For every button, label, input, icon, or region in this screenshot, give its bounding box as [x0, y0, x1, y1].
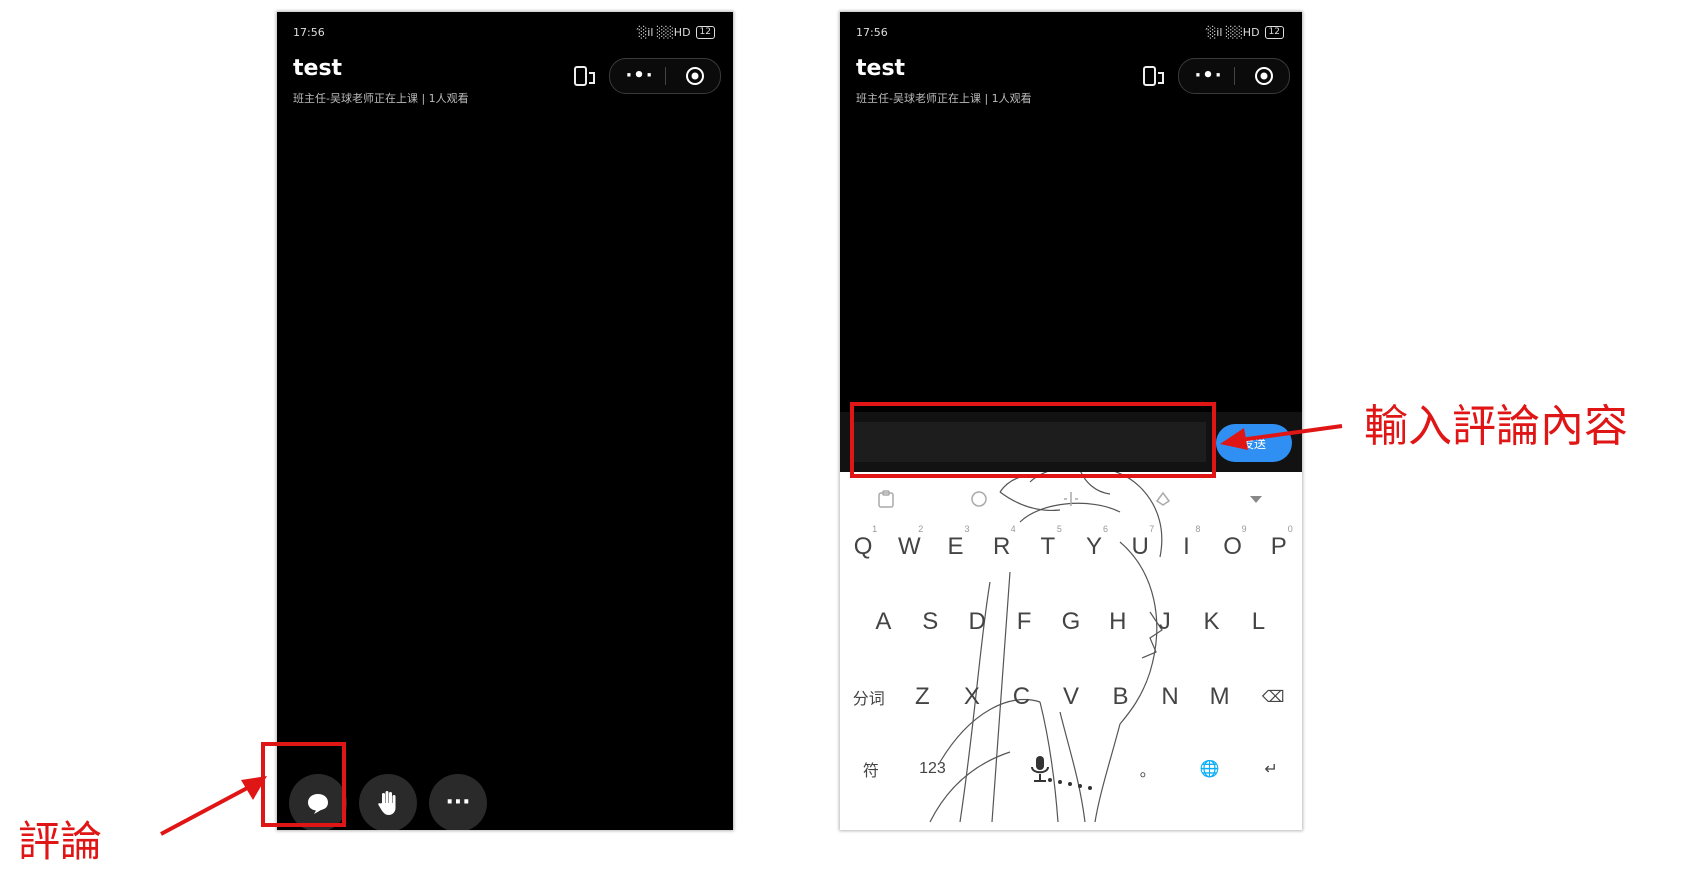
- close-target-icon[interactable]: [685, 66, 705, 86]
- key-numbers[interactable]: 123: [908, 744, 956, 794]
- raise-hand-button[interactable]: [359, 774, 417, 830]
- more-menu-button[interactable]: ·•·: [625, 67, 653, 85]
- key-j[interactable]: J: [1145, 597, 1185, 647]
- more-menu-button[interactable]: ·•·: [1194, 67, 1222, 85]
- close-target-icon[interactable]: [1254, 66, 1274, 86]
- mini-program-capsule: ·•·: [609, 58, 721, 94]
- arrow-to-input-icon: [1220, 424, 1343, 450]
- key-label: T: [1040, 533, 1056, 560]
- key-hint: 4: [1010, 524, 1016, 534]
- enter-icon[interactable]: ↵: [1247, 744, 1295, 794]
- key-label: P: [1270, 533, 1287, 560]
- key-hint: 0: [1287, 524, 1293, 534]
- key-c[interactable]: C: [1001, 672, 1041, 722]
- theme-brush-icon[interactable]: [1153, 489, 1173, 509]
- key-hint: 1: [872, 524, 878, 534]
- key-u[interactable]: 7U: [1120, 522, 1160, 572]
- comment-input-highlight: [850, 402, 1216, 478]
- key-d[interactable]: D: [957, 597, 997, 647]
- key-n[interactable]: N: [1150, 672, 1190, 722]
- key-hint: 5: [1056, 524, 1062, 534]
- rotate-device-icon: [1143, 66, 1164, 86]
- key-label: W: [897, 533, 921, 560]
- key-p[interactable]: 0P: [1259, 522, 1299, 572]
- page-subtitle: 班主任-吴球老师正在上课 | 1人观看: [293, 92, 469, 105]
- clipboard-icon[interactable]: [876, 489, 896, 509]
- globe-icon[interactable]: 🌐: [1185, 744, 1233, 794]
- backspace-icon[interactable]: ⌫: [1249, 672, 1297, 722]
- mini-program-capsule: ·•·: [1178, 58, 1290, 94]
- status-bar: 17:56 ′░il ░░HD 12: [856, 26, 1284, 44]
- page-title: test: [856, 56, 906, 81]
- rotate-device-button[interactable]: [1140, 62, 1168, 90]
- signal-indicator: ′░il ░░HD: [636, 26, 691, 39]
- key-w[interactable]: 2W: [889, 522, 929, 572]
- key-l[interactable]: L: [1238, 597, 1278, 647]
- key-label: Y: [1086, 533, 1103, 560]
- battery-icon: 12: [695, 26, 715, 39]
- key-e[interactable]: 3E: [935, 522, 975, 572]
- soft-keyboard: 1Q2W3E4R5T6Y7U8I9O0P ASDFGHJKL 分词 Z X C V B N M…: [840, 472, 1302, 830]
- key-o[interactable]: 9O: [1213, 522, 1253, 572]
- keyboard-row-2: ASDFGHJKL: [840, 597, 1302, 647]
- key-label: E: [947, 533, 964, 560]
- key-f[interactable]: F: [1004, 597, 1044, 647]
- input-callout-label: 輸入評論內容: [1364, 401, 1628, 452]
- key-hint: 9: [1241, 524, 1247, 534]
- battery-icon: 12: [1264, 26, 1284, 39]
- key-x[interactable]: X: [952, 672, 992, 722]
- signal-indicator: ′░il ░░HD: [1205, 26, 1260, 39]
- key-a[interactable]: A: [863, 597, 903, 647]
- key-symbols[interactable]: 符: [847, 744, 895, 794]
- raise-hand-icon: [378, 791, 396, 815]
- key-label: U: [1131, 533, 1149, 560]
- key-g[interactable]: G: [1051, 597, 1091, 647]
- keyboard-toolbar: [840, 484, 1302, 514]
- key-b[interactable]: B: [1101, 672, 1141, 722]
- keyboard-row-4: 符 123 。 🌐 ↵: [840, 744, 1302, 794]
- key-v[interactable]: V: [1051, 672, 1091, 722]
- rotate-device-icon: [574, 66, 595, 86]
- key-y[interactable]: 6Y: [1074, 522, 1114, 572]
- rotate-device-button[interactable]: [571, 62, 599, 90]
- status-bar: 17:56 ′░il ░░HD 12: [293, 26, 715, 44]
- key-period[interactable]: 。: [1124, 744, 1172, 794]
- key-hint: 7: [1149, 524, 1155, 534]
- comment-callout-label: 評論: [18, 817, 103, 866]
- collapse-keyboard-icon[interactable]: [1246, 489, 1266, 509]
- key-hint: 3: [964, 524, 970, 534]
- key-h[interactable]: H: [1098, 597, 1138, 647]
- key-space[interactable]: [970, 744, 1110, 794]
- arrow-to-comment-icon: [160, 776, 267, 836]
- key-k[interactable]: K: [1192, 597, 1232, 647]
- key-m[interactable]: M: [1200, 672, 1240, 722]
- status-time: 17:56: [293, 26, 325, 39]
- key-t[interactable]: 5T: [1028, 522, 1068, 572]
- cursor-move-icon[interactable]: [1061, 489, 1081, 509]
- key-label: R: [992, 533, 1011, 560]
- key-segment[interactable]: 分词: [845, 672, 893, 722]
- status-time: 17:56: [856, 26, 888, 39]
- keyboard-row-1: 1Q2W3E4R5T6Y7U8I9O0P: [840, 522, 1302, 572]
- more-icon: ···: [445, 790, 471, 815]
- key-i[interactable]: 8I: [1166, 522, 1206, 572]
- key-z[interactable]: Z: [902, 672, 942, 722]
- key-s[interactable]: S: [910, 597, 950, 647]
- key-r[interactable]: 4R: [982, 522, 1022, 572]
- key-label: Q: [853, 533, 873, 560]
- more-actions-button[interactable]: ···: [429, 774, 487, 830]
- phone-screen-live: 17:56 ′░il ░░HD 12 test 班主任-吴球老师正在上课 | 1…: [277, 12, 733, 830]
- page-title: test: [293, 56, 343, 81]
- key-hint: 8: [1195, 524, 1201, 534]
- key-label: O: [1223, 533, 1242, 560]
- emoji-icon[interactable]: [969, 489, 989, 509]
- key-label: I: [1183, 533, 1190, 560]
- microphone-icon: [1031, 756, 1050, 782]
- keyboard-row-3: 分词 Z X C V B N M ⌫: [840, 672, 1302, 722]
- key-hint: 2: [918, 524, 924, 534]
- key-hint: 6: [1103, 524, 1109, 534]
- key-q[interactable]: 1Q: [843, 522, 883, 572]
- page-subtitle: 班主任-吴球老师正在上课 | 1人观看: [856, 92, 1032, 105]
